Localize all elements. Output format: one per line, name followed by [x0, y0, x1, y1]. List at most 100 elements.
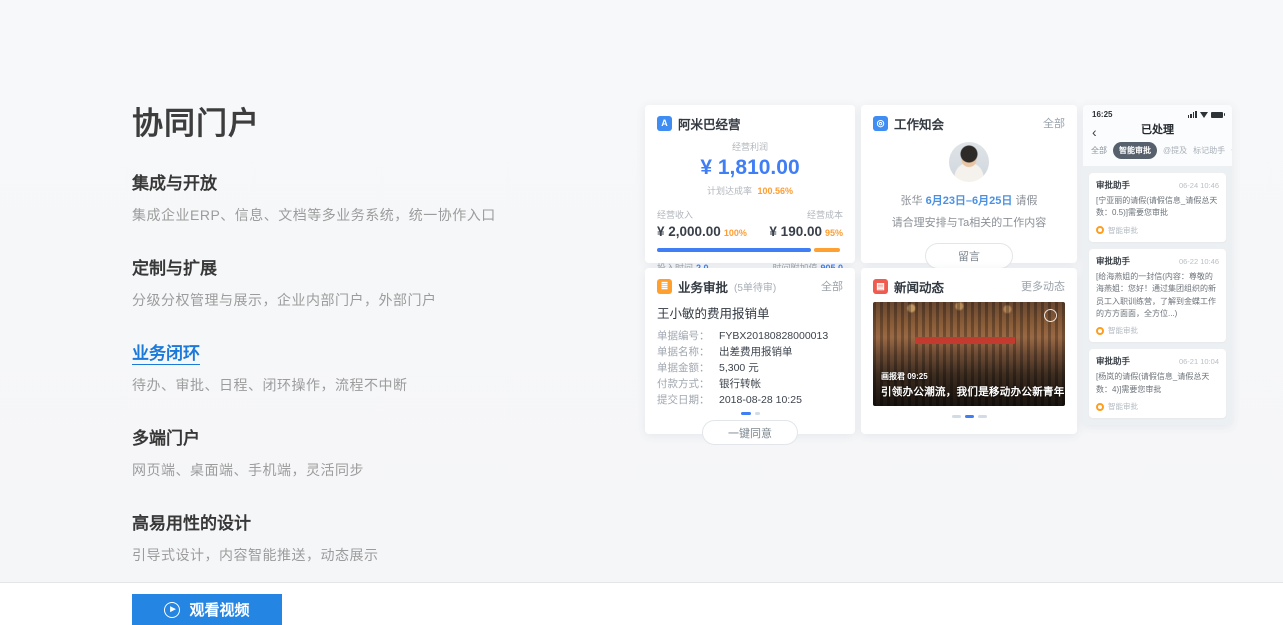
- plan-rate-label: 计划达成率: [707, 186, 752, 196]
- profit-value: ¥ 1,810.00: [657, 156, 843, 180]
- list-item[interactable]: 审批助手 06-21 10:04 [杨岚的请假(请假信息_请假总天数：4)]需要…: [1089, 349, 1226, 418]
- msg-tag: 智能审批: [1096, 225, 1219, 236]
- leave-message-button[interactable]: 留言: [925, 243, 1013, 269]
- field-value: 出差费用报销单: [719, 344, 793, 360]
- cost-value: ¥ 190.00: [769, 224, 822, 239]
- plan-rate-value: 100.56%: [758, 186, 794, 196]
- feature-text-column: 协同门户 集成与开放 集成企业ERP、信息、文档等多业务系统，统一协作入口 定制…: [132, 98, 552, 625]
- feature-customization: 定制与扩展 分级分权管理与展示，企业内部门户，外部门户: [132, 254, 552, 310]
- plan-rate-row: 计划达成率 100.56%: [657, 184, 843, 197]
- msg-tag-label: 智能审批: [1108, 401, 1138, 412]
- msg-head: 审批助手 06-22 10:46: [1096, 255, 1219, 267]
- feature-multi-terminal: 多端门户 网页端、桌面端、手机端，灵活同步: [132, 424, 552, 480]
- feature-closed-loop: 业务闭环 待办、审批、日程、闭环操作，流程不中断: [132, 339, 552, 395]
- news-pagination-dots[interactable]: [873, 415, 1065, 418]
- field-payment-method: 付款方式： 银行转帐: [657, 376, 843, 392]
- card-amoeba-title: 阿米巴经营: [678, 114, 741, 133]
- notify-all-link[interactable]: 全部: [1043, 115, 1065, 131]
- feature-desc-usability: 引导式设计，内容智能推送，动态展示: [132, 545, 552, 565]
- amoeba-income-cost-row: 经营收入 ¥ 2,000.00100% 经营成本 ¥ 190.0095%: [657, 208, 843, 239]
- card-notify-header: ◎ 工作知会 全部: [873, 115, 1065, 131]
- news-photo[interactable]: 画报君 09:25 引领办公潮流，我们是移动办公新青年！: [873, 302, 1065, 406]
- feature-heading-multi-terminal[interactable]: 多端门户: [132, 424, 552, 449]
- card-news-header: ▤ 新闻动态 更多动态: [873, 278, 1065, 294]
- income-value: ¥ 2,000.00: [657, 224, 721, 239]
- feature-heading-closed-loop[interactable]: 业务闭环: [132, 339, 552, 364]
- phone-statusbar: 16:25: [1083, 105, 1232, 121]
- status-time: 16:25: [1092, 110, 1112, 119]
- feature-heading-usability[interactable]: 高易用性的设计: [132, 509, 552, 534]
- back-icon[interactable]: ‹: [1092, 122, 1097, 142]
- field-value: FYBX20180828000013: [719, 328, 828, 344]
- msg-body: [杨岚的请假(请假信息_请假总天数：4)]需要您审批: [1096, 371, 1219, 396]
- field-doc-number: 单据编号： FYBX20180828000013: [657, 328, 843, 344]
- tab-huiyiding[interactable]: 会易订: [1231, 145, 1232, 156]
- smart-approval-ring-icon: [1096, 226, 1104, 234]
- feature-heading-integration[interactable]: 集成与开放: [132, 169, 552, 194]
- notify-date-range: 6月23日–6月25日: [926, 195, 1013, 207]
- camera-logo-icon: [1044, 309, 1057, 322]
- notify-summary-line: 张华 6月23日–6月25日 请假: [873, 192, 1065, 208]
- field-value: 2018-08-28 10:25: [719, 392, 802, 408]
- msg-body: [给海燕姐的一封信(内容：尊敬的海燕姐：您好！通过集团组织的新员工入职训练营，了…: [1096, 271, 1219, 321]
- processed-message-list: 审批助手 06-24 10:46 [宁亚丽的请假(请假信息_请假总天数：0.5)…: [1083, 166, 1232, 425]
- list-item[interactable]: 审批助手 06-22 10:46 [给海燕姐的一封信(内容：尊敬的海燕姐：您好！…: [1089, 249, 1226, 343]
- conference-banner: [915, 337, 1015, 344]
- profit-label: 经营利润: [657, 140, 843, 153]
- more-news-link[interactable]: 更多动态: [1021, 278, 1065, 294]
- status-icons: [1188, 111, 1223, 118]
- play-icon: ▶: [164, 602, 180, 618]
- msg-head: 审批助手 06-24 10:46: [1096, 179, 1219, 191]
- card-news: ▤ 新闻动态 更多动态 画报君 09:25 引领办公潮流，我们是移动办公新青年！: [861, 268, 1077, 434]
- cost-pct: 95%: [825, 228, 843, 238]
- tab-mentions[interactable]: @提及: [1163, 145, 1187, 156]
- smart-approval-ring-icon: [1096, 327, 1104, 335]
- field-value: 银行转帐: [719, 376, 761, 392]
- feature-heading-customization[interactable]: 定制与扩展: [132, 254, 552, 279]
- feature-usability: 高易用性的设计 引导式设计，内容智能推送，动态展示: [132, 509, 552, 565]
- field-label: 单据编号：: [657, 328, 719, 344]
- field-doc-name: 单据名称： 出差费用报销单: [657, 344, 843, 360]
- cost-value-row: ¥ 190.0095%: [769, 224, 843, 239]
- wifi-icon: [1200, 112, 1208, 118]
- field-amount: 单据金额： 5,300 元: [657, 360, 843, 376]
- approval-pending-badge: (5单待审): [734, 279, 776, 294]
- feature-desc-integration: 集成企业ERP、信息、文档等多业务系统，统一协作入口: [132, 205, 552, 225]
- phone-navbar: ‹ 已处理: [1083, 121, 1232, 137]
- card-amoeba: A 阿米巴经营 经营利润 ¥ 1,810.00 计划达成率 100.56% 经营…: [645, 105, 855, 263]
- income-value-row: ¥ 2,000.00100%: [657, 224, 747, 239]
- cost-col: 经营成本 ¥ 190.0095%: [769, 208, 843, 239]
- approval-all-link[interactable]: 全部: [821, 278, 843, 294]
- tab-all[interactable]: 全部: [1091, 145, 1107, 156]
- list-item[interactable]: 审批助手 06-24 10:46 [宁亚丽的请假(请假信息_请假总天数：0.5)…: [1089, 173, 1226, 242]
- feature-desc-closed-loop: 待办、审批、日程、闭环操作，流程不中断: [132, 375, 552, 395]
- watch-video-label: 观看视频: [189, 599, 249, 620]
- notify-app-icon: ◎: [873, 116, 888, 131]
- avatar: [949, 142, 989, 182]
- progress-blue-segment: [657, 248, 811, 252]
- approval-app-icon: ≣: [657, 279, 672, 294]
- approval-pagination-dots[interactable]: [657, 412, 843, 415]
- news-headline: 引领办公潮流，我们是移动办公新青年！: [881, 384, 1065, 399]
- field-label: 单据金额：: [657, 360, 719, 376]
- card-business-approval: ≣ 业务审批 (5单待审) 全部 王小敏的费用报销单 单据编号： FYBX201…: [645, 268, 855, 434]
- income-pct: 100%: [724, 228, 747, 238]
- page-title: 协同门户: [132, 98, 552, 143]
- notify-desc: 请合理安排与Ta相关的工作内容: [873, 214, 1065, 230]
- field-label: 付款方式：: [657, 376, 719, 392]
- watch-video-button[interactable]: ▶ 观看视频: [132, 594, 282, 625]
- income-col: 经营收入 ¥ 2,000.00100%: [657, 208, 747, 239]
- msg-tag: 智能审批: [1096, 401, 1219, 412]
- progress-orange-segment: [814, 248, 840, 252]
- phone-tab-bar: 全部 智能审批 @提及 标记助手 会易订: [1083, 137, 1232, 166]
- msg-time: 06-21 10:04: [1179, 357, 1219, 366]
- one-click-approve-button[interactable]: 一键同意: [702, 420, 798, 445]
- field-label: 提交日期：: [657, 392, 719, 408]
- cost-label: 经营成本: [769, 208, 843, 221]
- approval-doc-title: 王小敏的费用报销单: [657, 303, 843, 322]
- msg-time: 06-22 10:46: [1179, 257, 1219, 266]
- field-label: 单据名称：: [657, 344, 719, 360]
- tab-mark-assistant[interactable]: 标记助手: [1193, 145, 1225, 156]
- card-work-notify: ◎ 工作知会 全部 张华 6月23日–6月25日 请假 请合理安排与Ta相关的工…: [861, 105, 1077, 263]
- tab-smart-approval[interactable]: 智能审批: [1113, 142, 1157, 159]
